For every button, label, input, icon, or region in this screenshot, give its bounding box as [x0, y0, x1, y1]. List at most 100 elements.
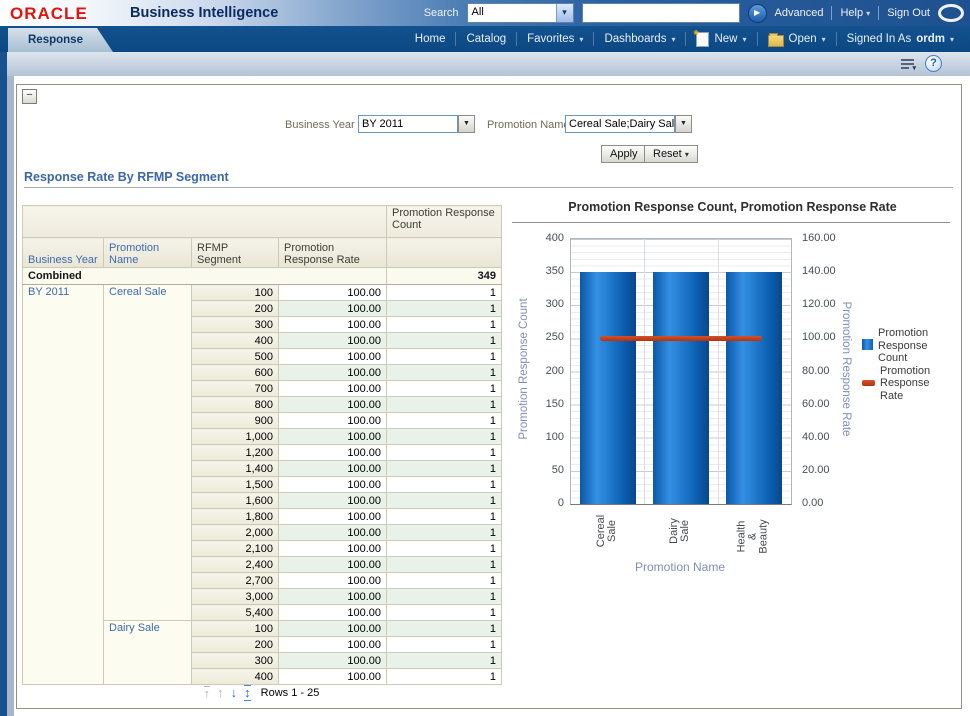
business-year-cell[interactable]: BY 2011 [23, 285, 104, 685]
rfmp-segment-cell: 2,700 [192, 573, 279, 589]
response-rate-cell: 100.00 [279, 413, 387, 429]
rfmp-segment-cell: 500 [192, 349, 279, 365]
promotion-name-dropdown-button[interactable]: ▼ [675, 115, 692, 133]
legend-item-rate: Promotion Response Rate [862, 365, 957, 403]
rfmp-segment-cell: 100 [192, 285, 279, 301]
rfmp-segment-cell: 1,500 [192, 477, 279, 493]
y-axis-tick-right: 0.00 [802, 497, 854, 509]
chevron-down-icon[interactable]: ▾ [556, 4, 573, 22]
response-rate-cell: 100.00 [279, 509, 387, 525]
chevron-down-icon: ▾ [950, 35, 954, 44]
advanced-link[interactable]: Advanced [775, 7, 824, 19]
header-spacer [387, 238, 502, 268]
open-folder-icon [768, 35, 784, 47]
bar-1[interactable] [653, 272, 709, 504]
y-axis-tick-left: 150 [518, 398, 564, 410]
page-all-rows-icon[interactable]: ↕ [244, 685, 251, 701]
business-year-field[interactable]: BY 2011 [358, 115, 458, 133]
help-icon[interactable]: ? [925, 55, 942, 72]
bar-2[interactable] [726, 272, 782, 504]
rfmp-segment-cell: 200 [192, 637, 279, 653]
nav-dashboards[interactable]: Dashboards▾ [594, 33, 685, 45]
nav-open[interactable]: Open▾ [758, 32, 836, 47]
page-up-icon[interactable]: ↑ [217, 686, 224, 700]
dashboard-panel: − Business Year BY 2011 ▼ Promotion Name… [16, 84, 962, 709]
tab-response[interactable]: Response [8, 28, 113, 52]
apply-button[interactable]: Apply [601, 145, 647, 163]
nav-favorites[interactable]: Favorites▾ [517, 33, 593, 45]
rfmp-segment-cell: 400 [192, 669, 279, 685]
response-count-cell: 1 [387, 669, 502, 685]
response-rate-cell: 100.00 [279, 365, 387, 381]
x-category-label: Health & Beauty [726, 506, 780, 560]
y-axis-tick-right: 40.00 [802, 431, 854, 443]
y-axis-tick-right: 160.00 [802, 232, 854, 244]
search-input[interactable] [582, 3, 740, 23]
y-axis-tick-left: 300 [518, 298, 564, 310]
reset-button[interactable]: Reset ▾ [644, 145, 698, 163]
search-scope-value: All [468, 4, 556, 22]
collapse-section-button[interactable]: − [22, 89, 37, 104]
y-axis-tick-left: 100 [518, 431, 564, 443]
response-count-cell: 1 [387, 493, 502, 509]
response-rate-cell: 100.00 [279, 477, 387, 493]
nav-home[interactable]: Home [405, 33, 456, 45]
nav-catalog[interactable]: Catalog [456, 33, 516, 45]
response-rate-cell: 100.00 [279, 317, 387, 333]
bar-0[interactable] [580, 272, 636, 504]
response-rate-cell: 100.00 [279, 573, 387, 589]
top-banner: ORACLE Business Intelligence Search All … [0, 0, 970, 26]
search-label: Search [424, 7, 459, 19]
promotion-name-field[interactable]: Cereal Sale;Dairy Sale [565, 115, 675, 133]
rfmp-segment-cell: 700 [192, 381, 279, 397]
response-count-cell: 1 [387, 333, 502, 349]
response-rate-cell: 100.00 [279, 349, 387, 365]
y-axis-tick-right: 100.00 [802, 331, 854, 343]
promotion-name-cell[interactable]: Dairy Sale [104, 621, 192, 685]
header-promotion-name[interactable]: Promotion Name [104, 238, 192, 268]
table-row: BY 2011Cereal Sale100100.001 [23, 285, 502, 301]
y-axis-tick-right: 140.00 [802, 265, 854, 277]
response-count-cell: 1 [387, 397, 502, 413]
response-count-cell: 1 [387, 637, 502, 653]
chevron-down-icon: ▾ [685, 150, 689, 159]
promotion-name-cell[interactable]: Cereal Sale [104, 285, 192, 621]
rfmp-segment-cell: 800 [192, 397, 279, 413]
y-axis-tick-left: 400 [518, 232, 564, 244]
product-title: Business Intelligence [130, 5, 278, 21]
page-options-icon[interactable]: ▾ [901, 58, 915, 70]
search-scope-select[interactable]: All ▾ [467, 3, 574, 23]
response-count-cell: 1 [387, 589, 502, 605]
rfmp-segment-cell: 100 [192, 621, 279, 637]
bar-series-swatch-icon [862, 339, 873, 350]
divider [512, 222, 950, 223]
response-rate-cell: 100.00 [279, 557, 387, 573]
page-first-icon[interactable]: ↑ [204, 686, 211, 701]
header-spacer [23, 206, 387, 238]
business-year-dropdown-button[interactable]: ▼ [458, 115, 475, 133]
response-count-cell: 1 [387, 301, 502, 317]
page-down-icon[interactable]: ↓ [231, 686, 238, 700]
header-promotion-response-count: Promotion Response Count [387, 206, 502, 238]
search-go-button[interactable]: ▶ [748, 4, 767, 23]
signed-in-menu[interactable]: Signed In Asordm ▾ [837, 33, 964, 45]
response-count-cell: 1 [387, 317, 502, 333]
divider [878, 6, 879, 20]
response-rate-cell: 100.00 [279, 541, 387, 557]
response-count-cell: 1 [387, 381, 502, 397]
rfmp-segment-cell: 1,200 [192, 445, 279, 461]
chevron-down-icon: ▾ [866, 9, 870, 18]
sign-out-link[interactable]: Sign Out [887, 7, 930, 19]
response-rate-cell: 100.00 [279, 525, 387, 541]
table-pagination: ↑ ↑ ↓ ↕ Rows 1 - 25 [22, 685, 501, 701]
chevron-down-icon: ▾ [671, 35, 675, 44]
dashboard-toolbar: ▾ ? [7, 52, 970, 76]
nav-links: Home Catalog Favorites▾ Dashboards▾ * Ne… [405, 26, 964, 52]
rfmp-segment-cell: 3,000 [192, 589, 279, 605]
nav-new[interactable]: * New▾ [686, 32, 756, 47]
help-menu[interactable]: Help ▾ [840, 7, 870, 19]
header-business-year[interactable]: Business Year [23, 238, 104, 268]
response-rate-cell: 100.00 [279, 333, 387, 349]
user-name: ordm [916, 33, 945, 45]
response-rate-cell: 100.00 [279, 445, 387, 461]
